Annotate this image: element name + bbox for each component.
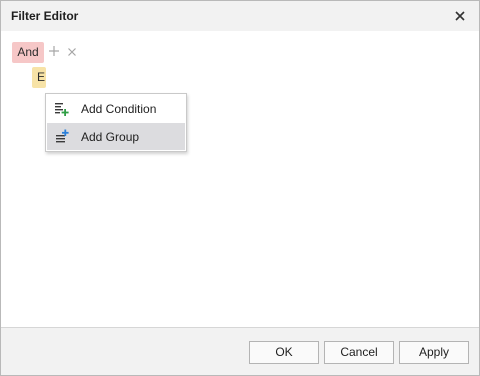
add-button[interactable]	[48, 45, 60, 57]
group-operator-chip[interactable]: And	[12, 42, 44, 63]
close-icon	[455, 11, 465, 21]
add-condition-icon	[54, 101, 70, 117]
ok-button[interactable]: OK	[249, 341, 319, 364]
filter-tree-area: And E Add Condition Add Group	[1, 31, 479, 327]
add-group-icon	[54, 129, 70, 145]
dialog-footer: OK Cancel Apply	[1, 327, 479, 375]
plus-icon	[49, 46, 59, 56]
apply-button[interactable]: Apply	[399, 341, 469, 364]
menu-item-add-condition[interactable]: Add Condition	[47, 95, 185, 122]
x-icon	[68, 48, 76, 56]
remove-button[interactable]	[67, 46, 77, 56]
title-bar: Filter Editor	[1, 1, 479, 31]
cancel-button[interactable]: Cancel	[324, 341, 394, 364]
dialog-title: Filter Editor	[11, 9, 79, 23]
menu-item-add-group[interactable]: Add Group	[47, 123, 185, 150]
close-button[interactable]	[450, 7, 470, 25]
menu-item-label: Add Group	[81, 130, 140, 144]
add-context-menu: Add Condition Add Group	[45, 93, 187, 152]
filter-editor-dialog: Filter Editor And E Add Condition Add Gr…	[0, 0, 480, 376]
menu-item-label: Add Condition	[81, 102, 157, 116]
condition-field-chip[interactable]: E	[32, 67, 46, 88]
